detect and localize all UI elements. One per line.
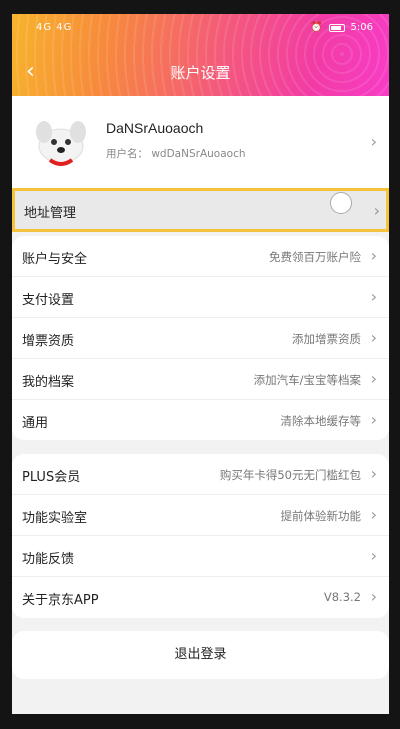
- chevron-right-icon: ›: [370, 132, 377, 151]
- list-item-feedback[interactable]: 功能反馈 ›: [12, 536, 389, 577]
- user-id: 用户名： wdDaNSrAuoaoch: [106, 148, 246, 160]
- settings-group-1: 账户与安全 免费领百万账户险 › 支付设置 › 增票资质 添加增票资质 › 我的…: [12, 236, 389, 440]
- list-item-about-app[interactable]: 关于京东APP V8.3.2 ›: [12, 577, 389, 618]
- list-item-label: PLUS会员: [22, 470, 81, 485]
- list-item-value: 提前体验新功能: [280, 509, 362, 523]
- list-item-vat-invoice[interactable]: 增票资质 添加增票资质 ›: [12, 318, 389, 359]
- list-item-label: 账户与安全: [22, 252, 88, 267]
- alarm-icon: ⏰: [310, 22, 323, 33]
- list-item-value: 免费领百万账户险: [269, 250, 361, 264]
- logout-button[interactable]: 退出登录: [12, 631, 389, 679]
- chevron-right-icon: ›: [370, 546, 377, 565]
- list-item-feature-lab[interactable]: 功能实验室 提前体验新功能 ›: [12, 495, 389, 536]
- chevron-right-icon: ›: [370, 505, 377, 524]
- chevron-right-icon: ›: [370, 287, 377, 306]
- settings-group-2: PLUS会员 购买年卡得50元无门槛红包 › 功能实验室 提前体验新功能 › 功…: [12, 454, 389, 618]
- list-item-plus-member[interactable]: PLUS会员 购买年卡得50元无门槛红包 ›: [12, 454, 389, 495]
- chevron-right-icon: ›: [370, 246, 377, 265]
- signal-indicator: 4G 4G: [36, 22, 73, 33]
- clock: 5:06: [350, 22, 373, 33]
- chevron-right-icon: ›: [373, 201, 380, 220]
- list-item-general[interactable]: 通用 清除本地缓存等 ›: [12, 400, 389, 441]
- page-title: 账户设置: [170, 64, 231, 82]
- joy-dog-avatar-icon: [36, 121, 86, 166]
- status-bar: 4G 4G ⏰ 5:06: [12, 20, 389, 38]
- chevron-right-icon: ›: [370, 464, 377, 483]
- chevron-right-icon: ›: [370, 587, 377, 606]
- list-item-label: 通用: [22, 416, 49, 431]
- list-item-label: 我的档案: [22, 375, 75, 390]
- list-item-account-security[interactable]: 账户与安全 免费领百万账户险 ›: [12, 236, 389, 277]
- address-label: 地址管理: [24, 206, 77, 221]
- list-item-my-profile[interactable]: 我的档案 添加汽车/宝宝等档案 ›: [12, 359, 389, 400]
- list-item-label: 支付设置: [22, 293, 75, 308]
- touch-indicator: [330, 192, 352, 214]
- header: 4G 4G ⏰ 5:06 ‹ 账户设置: [12, 14, 389, 96]
- screen: 4G 4G ⏰ 5:06 ‹ 账户设置 DaNSrAuoaoch 用户名： wd…: [12, 14, 389, 714]
- list-item-label: 功能实验室: [22, 511, 88, 526]
- list-item-value: 清除本地缓存等: [280, 414, 362, 428]
- list-item-value: 添加汽车/宝宝等档案: [253, 373, 361, 387]
- phone-frame: 4G 4G ⏰ 5:06 ‹ 账户设置 DaNSrAuoaoch 用户名： wd…: [0, 0, 400, 729]
- chevron-right-icon: ›: [370, 410, 377, 429]
- list-item-value: 添加增票资质: [292, 332, 361, 346]
- avatar: [30, 110, 92, 172]
- list-item-payment-settings[interactable]: 支付设置 ›: [12, 277, 389, 318]
- address-management-row[interactable]: 地址管理 ›: [12, 188, 389, 232]
- list-item-label: 关于京东APP: [22, 593, 99, 608]
- list-item-label: 功能反馈: [22, 552, 75, 567]
- list-item-value: 购买年卡得50元无门槛红包: [219, 468, 361, 482]
- status-right: ⏰ 5:06: [310, 22, 373, 33]
- list-item-value: V8.3.2: [323, 590, 361, 604]
- battery-icon: [328, 23, 345, 32]
- profile-card[interactable]: DaNSrAuoaoch 用户名： wdDaNSrAuoaoch ›: [12, 96, 389, 188]
- username: DaNSrAuoaoch: [106, 120, 204, 136]
- chevron-right-icon: ›: [370, 369, 377, 388]
- chevron-right-icon: ›: [370, 328, 377, 347]
- list-item-label: 增票资质: [22, 334, 75, 349]
